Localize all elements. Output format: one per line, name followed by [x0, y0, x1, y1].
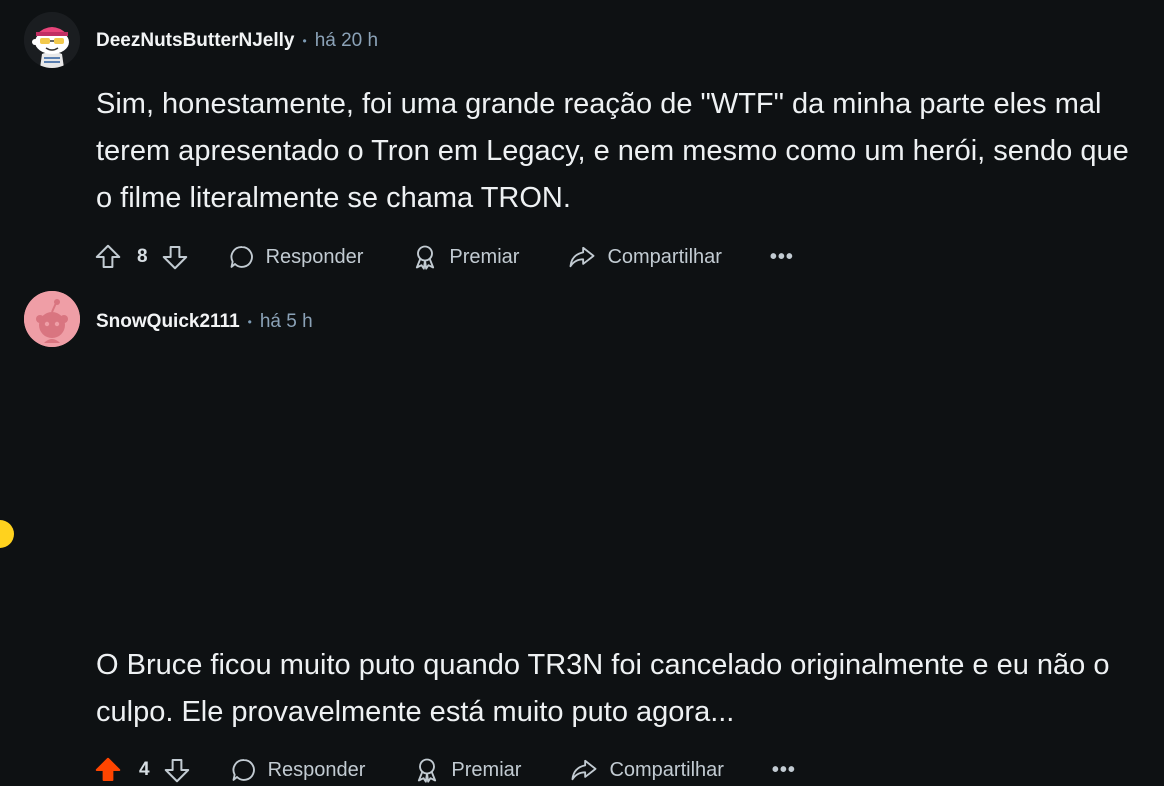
comment-bubble-icon — [232, 759, 255, 781]
vote-count: 4 — [139, 759, 150, 780]
meta-separator: • — [302, 34, 307, 48]
comment-body: Sim, honestamente, foi uma grande reação… — [96, 88, 1129, 214]
reply-button[interactable]: Responder — [228, 243, 364, 271]
award-button[interactable]: Premiar — [411, 243, 519, 271]
downvote-button[interactable] — [162, 755, 192, 785]
award-icon — [418, 758, 437, 783]
share-icon — [571, 759, 597, 781]
more-options-button[interactable]: ••• — [770, 246, 794, 269]
reply-button[interactable]: Responder — [230, 756, 366, 784]
snoo-avatar-icon — [24, 12, 80, 68]
comment-timestamp[interactable]: há 5 h — [260, 311, 313, 333]
meta-separator: • — [247, 315, 252, 329]
author-name[interactable]: DeezNutsButterNJelly — [96, 30, 295, 52]
share-button[interactable]: Compartilhar — [567, 243, 722, 271]
reply-label: Responder — [267, 758, 366, 781]
upvote-button[interactable] — [93, 755, 123, 785]
comment-actions: 4 Responder Premiar Compartilhar ••• — [93, 754, 796, 786]
avatar[interactable] — [24, 291, 80, 347]
snoo-default-avatar-icon — [24, 291, 80, 347]
downvote-icon — [164, 759, 189, 783]
comment-bubble-icon — [230, 246, 253, 268]
share-button[interactable]: Compartilhar — [569, 756, 724, 784]
share-icon — [569, 246, 595, 268]
share-label: Compartilhar — [609, 758, 724, 781]
comment-actions: 8 Responder Premiar Compartilhar ••• — [93, 241, 794, 273]
award-icon — [416, 245, 435, 270]
avatar[interactable] — [24, 12, 80, 68]
downvote-icon — [162, 246, 187, 270]
comment-meta: SnowQuick2111 • há 5 h — [96, 311, 313, 333]
next-comment-avatar[interactable] — [0, 520, 14, 548]
comment-meta: DeezNutsButterNJelly • há 20 h — [96, 30, 378, 52]
upvote-icon — [95, 757, 121, 781]
share-label: Compartilhar — [607, 245, 722, 268]
more-icon: ••• — [769, 245, 794, 268]
comment-timestamp[interactable]: há 20 h — [315, 30, 378, 52]
more-options-button[interactable]: ••• — [772, 759, 796, 782]
comment-body: O Bruce ficou muito puto quando TR3N foi… — [96, 649, 1110, 728]
vote-count: 8 — [137, 246, 148, 267]
downvote-button[interactable] — [160, 242, 190, 272]
award-label: Premiar — [449, 245, 520, 268]
upvote-button[interactable] — [93, 242, 123, 272]
author-name[interactable]: SnowQuick2111 — [96, 311, 240, 333]
reply-label: Responder — [265, 245, 364, 268]
more-icon: ••• — [771, 758, 796, 781]
upvote-icon — [95, 244, 121, 268]
award-button[interactable]: Premiar — [413, 756, 521, 784]
award-label: Premiar — [451, 758, 522, 781]
